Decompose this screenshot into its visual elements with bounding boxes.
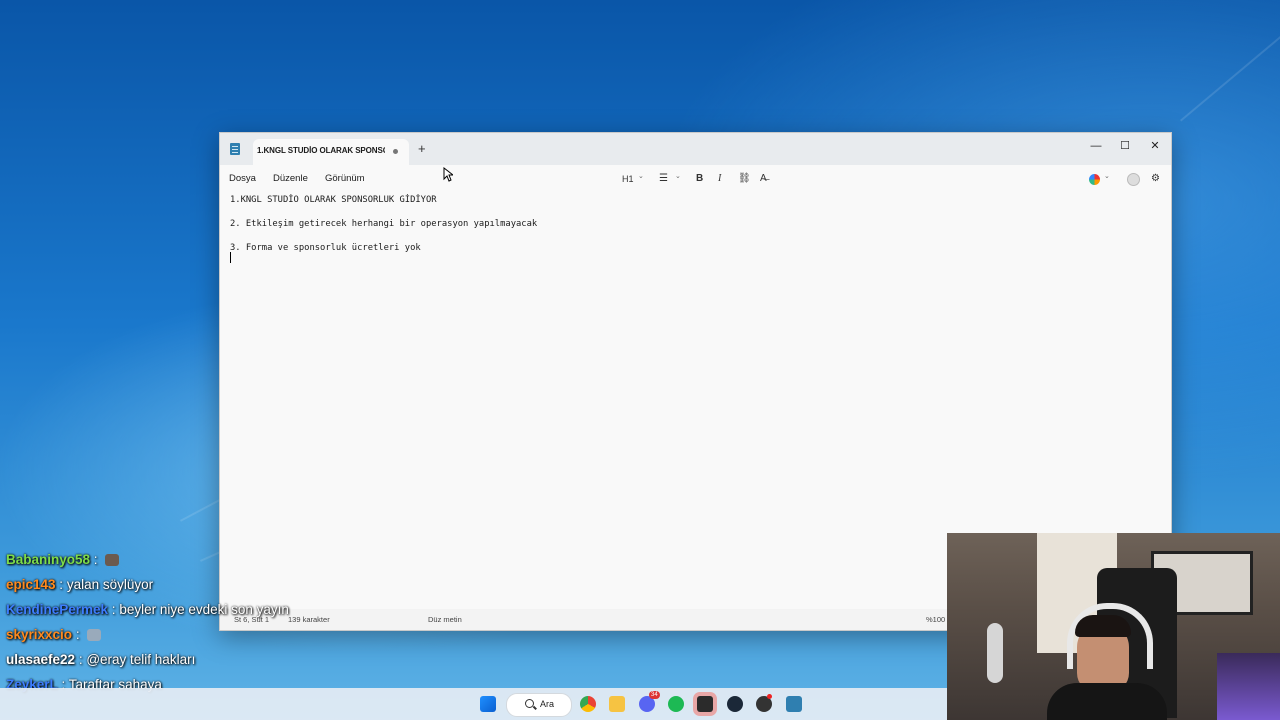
chat-message: skyrixxcio :	[6, 627, 102, 642]
chat-separator: :	[90, 552, 102, 567]
clear-formatting-icon[interactable]: A̶	[760, 172, 767, 186]
close-button[interactable]: ✕	[1140, 137, 1170, 155]
italic-button[interactable]: I	[718, 172, 721, 186]
notepad-icon[interactable]	[786, 696, 802, 712]
obs-recording-dot	[767, 694, 772, 699]
chat-message: KendinePermek : beyler niye evdeki son y…	[6, 602, 289, 617]
spotify-icon[interactable]	[668, 696, 684, 712]
chat-username: KendinePermek	[6, 602, 109, 617]
chat-username: Babaninyo58	[6, 552, 91, 567]
file-explorer-icon[interactable]	[609, 696, 625, 712]
account-icon[interactable]	[1127, 173, 1140, 186]
copilot-icon[interactable]	[1089, 174, 1100, 185]
mouse-pointer-icon	[443, 167, 453, 182]
settings-gear-icon[interactable]: ⚙	[1151, 172, 1160, 186]
menu-view[interactable]: Görünüm	[325, 173, 365, 184]
streamer-body	[1047, 683, 1167, 720]
chat-separator: :	[108, 602, 120, 617]
search-label: Ara	[540, 699, 555, 709]
maximize-button[interactable]: ☐	[1110, 137, 1140, 155]
chat-separator: :	[55, 577, 67, 592]
menu-bar: Dosya Düzenle Görünüm H1 ⌄ ☰ ⌄ B I ⛓ A̶ …	[220, 165, 1171, 195]
desk-fan	[987, 623, 1003, 683]
document-tab[interactable]: 1.KNGL STUDİO OLARAK SPONSORLUK GİDİYOR	[253, 139, 409, 165]
chrome-icon[interactable]	[580, 696, 596, 712]
list-icon[interactable]: ☰	[659, 172, 668, 186]
chat-username: ulasaefe22	[6, 652, 76, 667]
chat-message: Babaninyo58 :	[6, 552, 120, 567]
wallpaper-streak	[1180, 30, 1280, 122]
desk-lights	[1217, 653, 1280, 720]
steam-icon[interactable]	[727, 696, 743, 712]
streamer-hair	[1075, 615, 1131, 637]
discord-badge: 34	[649, 691, 660, 699]
chevron-down-icon[interactable]: ⌄	[675, 172, 681, 180]
terminal-icon[interactable]	[697, 696, 713, 712]
document-line: 3. Forma ve sponsorluk ücretleri yok	[230, 243, 421, 253]
chat-separator: :	[75, 652, 87, 667]
menu-file[interactable]: Dosya	[229, 173, 256, 184]
chat-message: epic143 : yalan söylüyor	[6, 577, 153, 592]
chat-text: beyler niye evdeki son yayın	[119, 602, 289, 617]
taskbar: Ara 34	[0, 688, 948, 720]
menu-edit[interactable]: Düzenle	[273, 173, 308, 184]
document-line: 1.KNGL STUDİO OLARAK SPONSORLUK GİDİYOR	[230, 195, 437, 205]
webcam-overlay	[947, 533, 1280, 720]
tab-title: 1.KNGL STUDİO OLARAK SPONSORLUK GİDİYOR	[257, 146, 385, 155]
chevron-down-icon[interactable]: ⌄	[638, 172, 644, 180]
chat-text: @eray telif hakları	[86, 652, 196, 667]
unsaved-dot-icon[interactable]	[393, 149, 398, 154]
document-line: 2. Etkileşim getirecek herhangi bir oper…	[230, 219, 538, 229]
emote-icon	[87, 629, 102, 642]
zoom-level[interactable]: %100	[926, 615, 945, 624]
chat-message: ulasaefe22 : @eray telif hakları	[6, 652, 195, 667]
title-bar[interactable]: 1.KNGL STUDİO OLARAK SPONSORLUK GİDİYOR …	[220, 133, 1171, 165]
minimize-button[interactable]: —	[1081, 137, 1111, 155]
text-caret	[230, 252, 231, 263]
text-format: Düz metin	[428, 615, 462, 624]
start-icon[interactable]	[480, 696, 496, 712]
link-icon[interactable]: ⛓	[738, 172, 751, 186]
notepad-app-icon	[230, 143, 240, 155]
chevron-down-icon[interactable]: ⌄	[1104, 172, 1110, 180]
bold-button[interactable]: B	[696, 172, 703, 186]
chat-separator: :	[72, 627, 84, 642]
chat-username: skyrixxcio	[6, 627, 73, 642]
chat-text: yalan söylüyor	[66, 577, 154, 592]
search-icon	[525, 699, 534, 708]
heading-dropdown[interactable]: H1	[622, 172, 634, 186]
emote-icon	[105, 554, 120, 567]
search-box[interactable]: Ara	[506, 693, 572, 717]
chat-username: epic143	[6, 577, 56, 592]
new-tab-button[interactable]: +	[418, 142, 426, 156]
character-count: 139 karakter	[288, 615, 330, 624]
